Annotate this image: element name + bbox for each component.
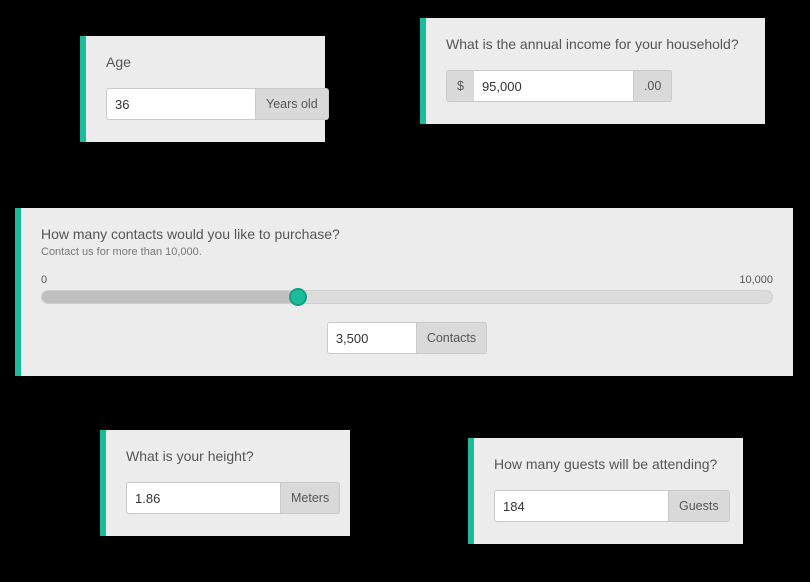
contacts-slider-fill [42,291,298,303]
income-panel: What is the annual income for your house… [420,18,765,124]
contacts-slider[interactable] [41,290,773,304]
height-unit: Meters [281,482,340,514]
guests-input[interactable] [494,490,669,522]
contacts-value-row: Contacts [41,322,773,354]
guests-title: How many guests will be attending? [494,456,723,472]
guests-unit: Guests [669,490,730,522]
guests-panel: How many guests will be attending? Guest… [468,438,743,544]
income-decimals: .00 [634,70,672,102]
age-input[interactable] [106,88,256,120]
contacts-slider-min: 0 [41,274,47,286]
height-input-row: Meters [126,482,330,514]
income-title: What is the annual income for your house… [446,36,745,52]
guests-input-row: Guests [494,490,723,522]
contacts-slider-wrap: 0 10,000 Contacts [41,274,773,354]
contacts-slider-labels: 0 10,000 [41,274,773,286]
height-title: What is your height? [126,448,330,464]
height-input[interactable] [126,482,281,514]
age-panel: Age Years old [80,36,325,142]
income-input[interactable] [474,70,634,102]
contacts-slider-max: 10,000 [739,274,773,286]
income-currency: $ [446,70,474,102]
age-unit: Years old [256,88,329,120]
height-panel: What is your height? Meters [100,430,350,536]
contacts-value-input[interactable] [327,322,417,354]
income-input-row: $ .00 [446,70,745,102]
contacts-unit: Contacts [417,322,487,354]
contacts-subtitle: Contact us for more than 10,000. [41,246,773,258]
contacts-panel: How many contacts would you like to purc… [15,208,793,376]
contacts-slider-thumb[interactable] [289,288,307,306]
contacts-title: How many contacts would you like to purc… [41,226,773,242]
age-input-row: Years old [106,88,305,120]
age-title: Age [106,54,305,70]
